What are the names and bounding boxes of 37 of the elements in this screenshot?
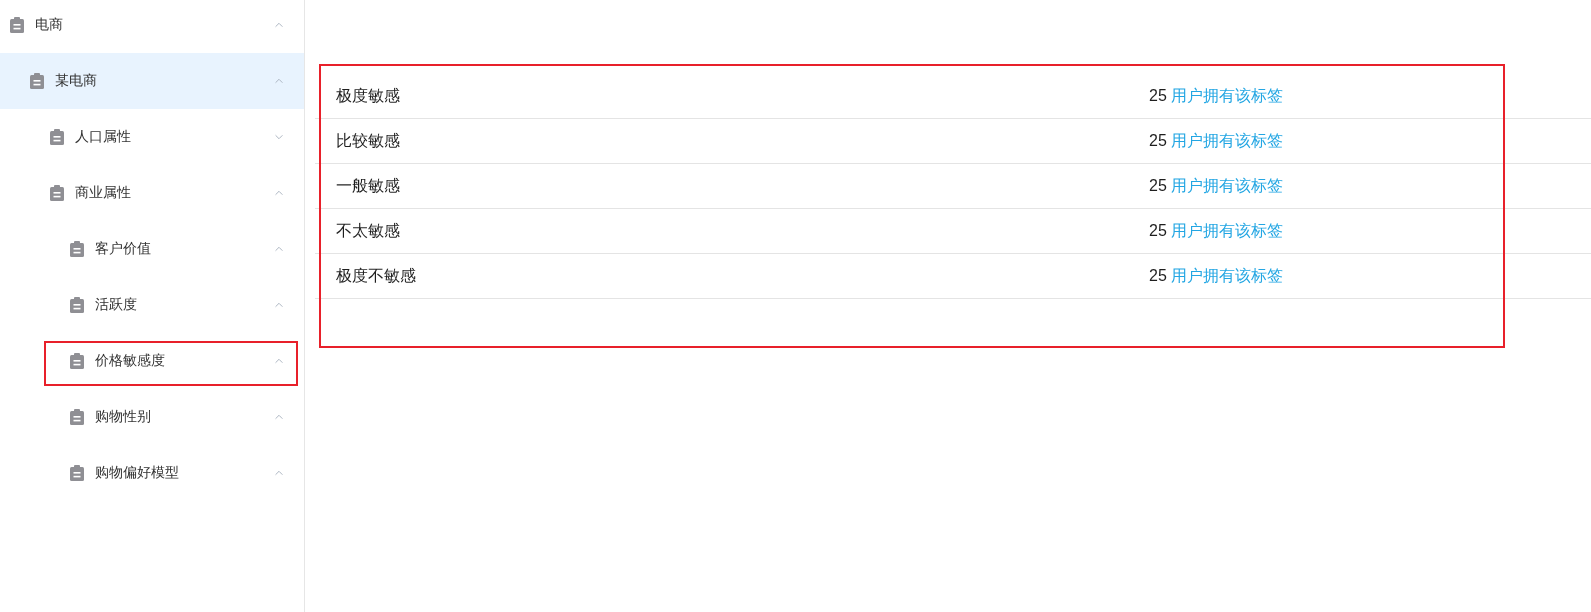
tag-name: 不太敏感 <box>336 220 400 241</box>
tag-name: 极度敏感 <box>336 85 400 106</box>
tag-name: 比较敏感 <box>336 130 400 151</box>
user-count: 25 <box>1149 222 1167 240</box>
clipboard-icon <box>50 185 64 201</box>
chevron-up-icon[interactable] <box>274 358 284 364</box>
tree-item[interactable]: 活跃度 <box>0 277 304 333</box>
tree-item[interactable]: 商业属性 <box>0 165 304 221</box>
chevron-up-icon[interactable] <box>274 414 284 420</box>
clipboard-icon <box>50 129 64 145</box>
clipboard-icon <box>70 465 84 481</box>
clipboard-icon <box>70 353 84 369</box>
clipboard-icon <box>30 73 44 89</box>
tree-item[interactable]: 人口属性 <box>0 109 304 165</box>
chevron-up-icon[interactable] <box>274 78 284 84</box>
chevron-up-icon[interactable] <box>274 470 284 476</box>
chevron-up-icon[interactable] <box>274 22 284 28</box>
user-count: 25 <box>1149 267 1167 285</box>
tree-item[interactable]: 电商 <box>0 0 304 53</box>
tree-item[interactable]: 购物性别 <box>0 389 304 445</box>
tree-item[interactable]: 价格敏感度 <box>0 333 304 389</box>
clipboard-icon <box>70 297 84 313</box>
user-count: 25 <box>1149 132 1167 150</box>
clipboard-icon <box>70 409 84 425</box>
tree-item[interactable]: 某电商 <box>0 53 304 109</box>
tree-item[interactable]: 购物偏好模型 <box>0 445 304 501</box>
user-count: 25 <box>1149 177 1167 195</box>
chevron-up-icon[interactable] <box>274 302 284 308</box>
tree-item[interactable]: 客户价值 <box>0 221 304 277</box>
tag-name: 一般敏感 <box>336 175 400 196</box>
chevron-up-icon[interactable] <box>274 246 284 252</box>
clipboard-icon <box>70 241 84 257</box>
clipboard-icon <box>10 17 24 33</box>
user-count: 25 <box>1149 87 1167 105</box>
chevron-down-icon[interactable] <box>274 134 284 140</box>
tag-name: 极度不敏感 <box>336 265 416 286</box>
chevron-up-icon[interactable] <box>274 190 284 196</box>
